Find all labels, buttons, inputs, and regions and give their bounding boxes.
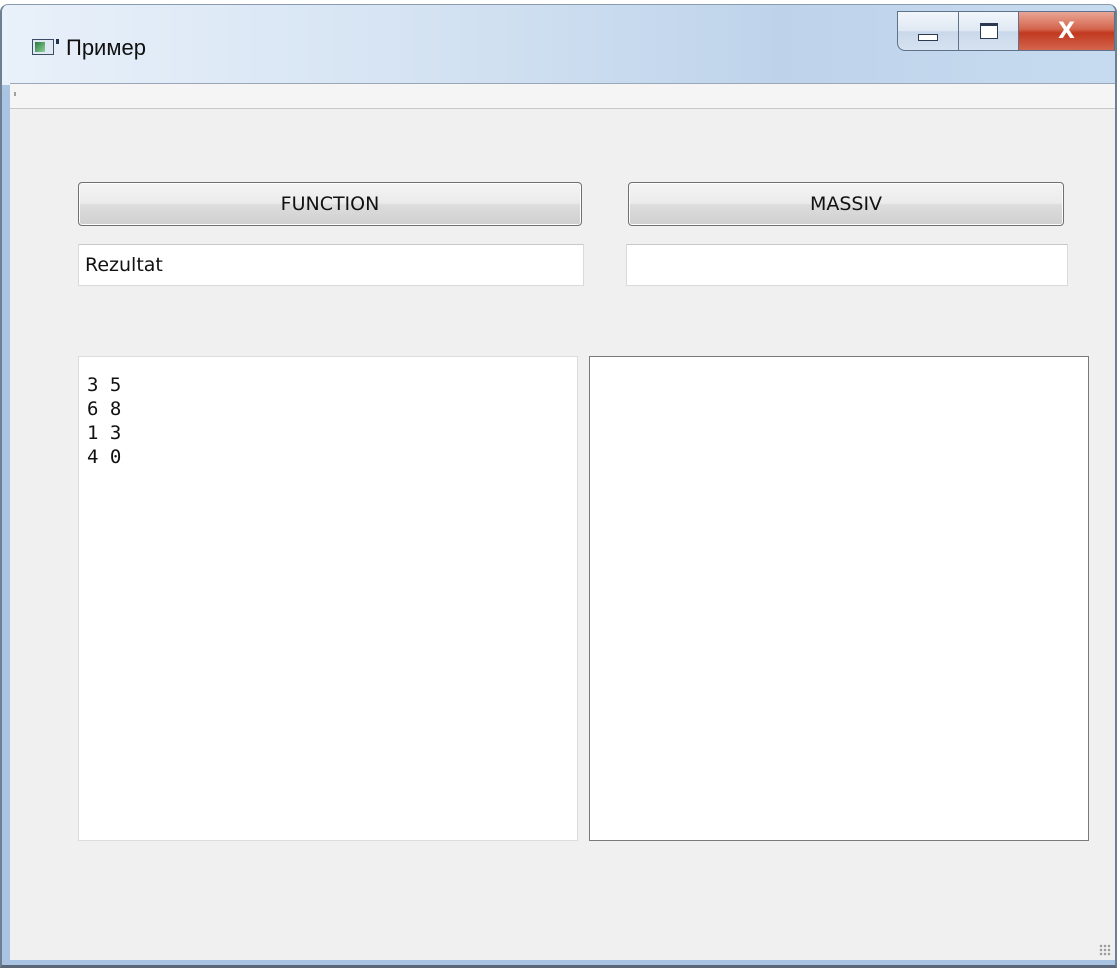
minimize-icon (918, 33, 938, 41)
menu-grip-icon (14, 92, 16, 96)
maximize-button[interactable] (959, 11, 1019, 51)
title-bar[interactable]: Пример X (2, 5, 1115, 85)
app-window-icon[interactable] (32, 39, 59, 55)
close-icon: X (1058, 18, 1075, 44)
menu-bar[interactable] (10, 84, 1115, 109)
function-button[interactable]: FUNCTION (78, 182, 582, 226)
main-window: Пример X FUNCTION MASSIV Rezultat 3 5 6 … (0, 4, 1117, 968)
massiv-button[interactable]: MASSIV (628, 182, 1064, 226)
massiv-field[interactable] (626, 244, 1068, 286)
minimize-button[interactable] (897, 11, 959, 51)
close-button[interactable]: X (1019, 11, 1115, 51)
input-text-area[interactable]: 3 5 6 8 1 3 4 0 (78, 356, 578, 841)
output-text-area[interactable] (589, 356, 1089, 841)
maximize-icon (979, 23, 998, 39)
client-area: FUNCTION MASSIV Rezultat 3 5 6 8 1 3 4 0 (10, 83, 1115, 960)
result-field[interactable]: Rezultat (78, 244, 584, 286)
caption-buttons: X (897, 11, 1115, 55)
window-title: Пример (66, 35, 146, 60)
resize-grip-icon[interactable] (1099, 944, 1111, 956)
